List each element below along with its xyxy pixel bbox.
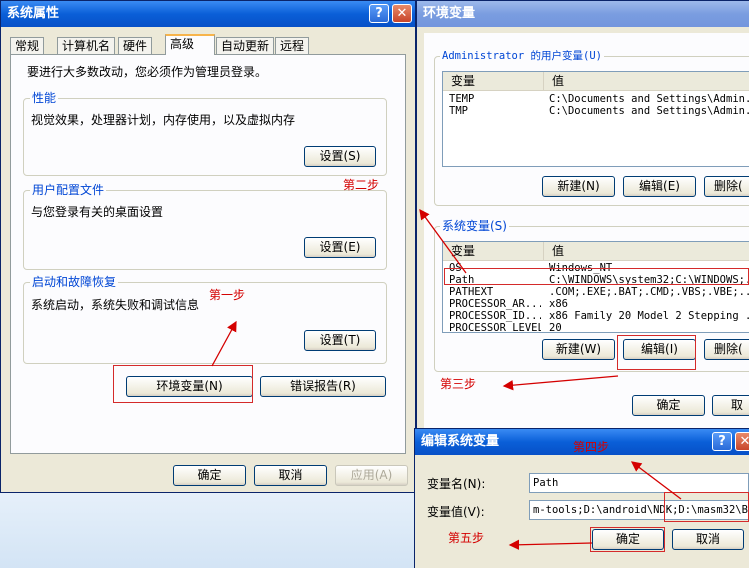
- performance-label: 性能: [30, 91, 59, 105]
- variable-value: 20: [549, 322, 562, 333]
- performance-description: 视觉效果，处理器计划，内存使用，以及虚拟内存: [31, 113, 296, 127]
- variable-name: PATHEXT: [449, 286, 494, 298]
- user-edit-button[interactable]: 编辑(E): [623, 176, 696, 197]
- system-properties-window: 系统属性 ? ✕ 常规 计算机名 硬件 高级 自动更新 远程 要进行大多数改动，…: [0, 0, 416, 493]
- tab-general[interactable]: 常规: [10, 37, 45, 54]
- highlight-env-variables-button: [113, 365, 253, 403]
- highlight-edit-ok-button: [590, 527, 665, 552]
- startup-recovery-label: 启动和故障恢复: [30, 275, 119, 289]
- variable-name: TEMP: [449, 93, 475, 105]
- variable-name-label: 变量名(N):: [427, 477, 486, 491]
- environment-variables-window: 环境变量 Administrator 的用户变量(U) 变量 值 TEMP C:\…: [416, 0, 749, 430]
- user-list-header-var[interactable]: 变量: [443, 72, 551, 91]
- system-variables-list[interactable]: 变量 值 OS Windows_NT Path C:\WINDOWS\system32…: [442, 241, 749, 333]
- variable-value: x86: [549, 298, 568, 310]
- variable-value: .COM;.EXE;.BAT;.CMD;.VBS;.VBE;...: [549, 286, 749, 298]
- list-item[interactable]: PROCESSOR_ID... x86 Family 20 Model 2 Ste…: [443, 310, 749, 322]
- user-profile-group: 用户配置文件 与您登录有关的桌面设置 设置(E): [23, 183, 387, 270]
- variable-value: C:\Documents and Settings\Admin...: [549, 93, 749, 105]
- startup-recovery-description: 系统启动，系统失败和调试信息: [31, 298, 200, 312]
- variable-name-field[interactable]: Path: [529, 473, 749, 493]
- step5-label: 第五步: [448, 531, 485, 545]
- step3-label: 第三步: [440, 377, 477, 391]
- env-cancel-button[interactable]: 取: [712, 395, 749, 416]
- desktop-background: [0, 492, 414, 568]
- startup-recovery-group: 启动和故障恢复 系统启动，系统失败和调试信息 设置(T): [23, 275, 387, 364]
- list-item[interactable]: PROCESSOR_LEVEL 20: [443, 322, 749, 333]
- system-variables-label: 系统变量(S): [440, 219, 509, 233]
- tab-hardware[interactable]: 硬件: [118, 37, 153, 54]
- list-item[interactable]: TEMP C:\Documents and Settings\Admin...: [443, 93, 749, 105]
- system-properties-titlebar[interactable]: 系统属性: [1, 1, 415, 27]
- variable-name: PROCESSOR_ID...: [449, 310, 541, 322]
- window-title: 环境变量: [423, 6, 476, 21]
- tab-advanced[interactable]: 高级: [165, 34, 215, 55]
- performance-settings-button[interactable]: 设置(S): [304, 146, 376, 167]
- list-item[interactable]: TMP C:\Documents and Settings\Admin...: [443, 105, 749, 117]
- edit-cancel-button[interactable]: 取消: [672, 529, 744, 550]
- sysprop-cancel-button[interactable]: 取消: [254, 465, 327, 486]
- help-button[interactable]: ?: [369, 4, 389, 23]
- variable-name: PROCESSOR_AR...: [449, 298, 541, 310]
- variable-name: TMP: [449, 105, 468, 117]
- user-variables-label: Administrator 的用户变量(U): [440, 49, 604, 63]
- window-title: 编辑系统变量: [421, 434, 500, 449]
- error-reporting-button[interactable]: 错误报告(R): [260, 376, 386, 397]
- close-button[interactable]: ✕: [735, 432, 749, 451]
- system-variables-group: 系统变量(S) 变量 值 OS Windows_NT Path C:\WINDOWS\…: [434, 219, 749, 372]
- help-button[interactable]: ?: [712, 432, 732, 451]
- user-variables-group: Administrator 的用户变量(U) 变量 值 TEMP C:\Docum…: [434, 49, 749, 206]
- highlight-system-edit-button: [617, 335, 696, 370]
- user-new-button[interactable]: 新建(N): [542, 176, 615, 197]
- highlight-value-end: [664, 492, 749, 522]
- sysprop-apply-button[interactable]: 应用(A): [335, 465, 408, 486]
- tab-computer-name[interactable]: 计算机名: [57, 37, 116, 54]
- sysprop-ok-button[interactable]: 确定: [173, 465, 246, 486]
- tab-auto-update[interactable]: 自动更新: [216, 37, 275, 54]
- highlight-path-row: [444, 268, 749, 285]
- admin-note: 要进行大多数改动，您必须作为管理员登录。: [27, 65, 268, 79]
- performance-group: 性能 视觉效果，处理器计划，内存使用，以及虚拟内存 设置(S): [23, 91, 387, 176]
- system-delete-button[interactable]: 删除(: [704, 339, 749, 360]
- user-delete-button[interactable]: 删除(: [704, 176, 749, 197]
- user-list-header-val[interactable]: 值: [543, 72, 749, 91]
- sys-list-header-val[interactable]: 值: [543, 242, 749, 261]
- user-profile-settings-button[interactable]: 设置(E): [304, 237, 376, 258]
- environment-variables-titlebar[interactable]: 环境变量: [417, 1, 749, 27]
- tab-remote[interactable]: 远程: [275, 37, 310, 54]
- user-profile-label: 用户配置文件: [30, 183, 107, 197]
- variable-value: x86 Family 20 Model 2 Stepping ...: [549, 310, 749, 322]
- list-item[interactable]: PATHEXT .COM;.EXE;.BAT;.CMD;.VBS;.VBE;...: [443, 286, 749, 298]
- user-variables-list[interactable]: 变量 值 TEMP C:\Documents and Settings\Admin…: [442, 71, 749, 167]
- variable-value: C:\Documents and Settings\Admin...: [549, 105, 749, 117]
- system-new-button[interactable]: 新建(W): [542, 339, 615, 360]
- step1-label: 第一步: [209, 288, 246, 302]
- variable-value-label: 变量值(V):: [427, 505, 485, 519]
- user-profile-description: 与您登录有关的桌面设置: [31, 205, 164, 219]
- window-title: 系统属性: [7, 6, 60, 21]
- step4-label: 第四步: [573, 440, 610, 454]
- sys-list-header-var[interactable]: 变量: [443, 242, 551, 261]
- env-body: Administrator 的用户变量(U) 变量 值 TEMP C:\Docum…: [424, 33, 749, 428]
- close-button[interactable]: ✕: [392, 4, 412, 23]
- step2-label: 第二步: [343, 178, 380, 192]
- variable-name: PROCESSOR_LEVEL: [449, 322, 541, 333]
- startup-settings-button[interactable]: 设置(T): [304, 330, 376, 351]
- env-ok-button[interactable]: 确定: [632, 395, 705, 416]
- list-item[interactable]: PROCESSOR_AR... x86: [443, 298, 749, 310]
